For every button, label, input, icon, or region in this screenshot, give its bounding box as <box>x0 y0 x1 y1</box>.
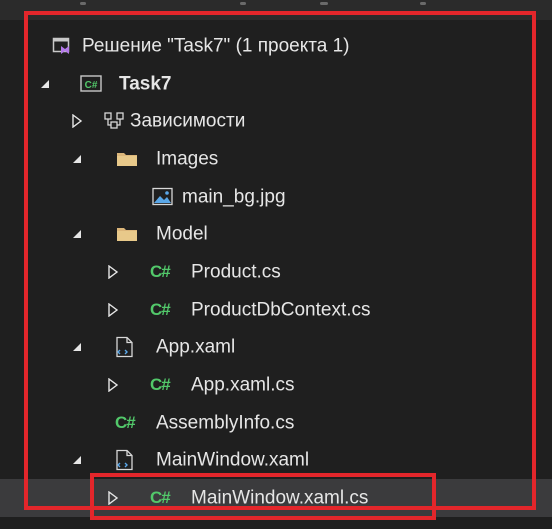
csharp-file-icon: C# <box>115 412 136 432</box>
top-strip-mark <box>320 2 328 5</box>
tree-row-solution[interactable]: Решение "Task7" (1 проекта 1) <box>0 27 552 65</box>
expanded-arrow-icon[interactable] <box>70 152 84 166</box>
solution-icon <box>52 36 72 56</box>
project-label: Task7 <box>119 73 172 95</box>
tree-row-productdbcontext-cs[interactable]: C# ProductDbContext.cs <box>0 291 552 329</box>
solution-explorer-panel: Решение "Task7" (1 проекта 1) C# Task7 З… <box>0 0 552 529</box>
csharp-file-icon: C# <box>150 375 171 395</box>
tree-row-main-bg[interactable]: main_bg.jpg <box>0 178 552 216</box>
xaml-file-icon <box>114 449 136 471</box>
tree-row-mainwindow-xaml-cs[interactable]: C# MainWindow.xaml.cs <box>0 479 552 517</box>
collapsed-arrow-icon[interactable] <box>70 114 84 129</box>
tree-row-images-folder[interactable]: Images <box>0 140 552 178</box>
collapsed-arrow-icon[interactable] <box>106 378 120 393</box>
collapsed-arrow-icon[interactable] <box>106 491 120 506</box>
product-cs-label: Product.cs <box>191 261 281 283</box>
folder-icon <box>116 150 138 168</box>
csharp-file-icon: C# <box>150 261 171 281</box>
main-bg-label: main_bg.jpg <box>182 186 286 208</box>
expanded-arrow-icon[interactable] <box>70 453 84 467</box>
solution-tree: Решение "Task7" (1 проекта 1) C# Task7 З… <box>0 27 552 517</box>
tree-row-app-xaml-cs[interactable]: C# App.xaml.cs <box>0 366 552 404</box>
image-file-icon <box>152 187 174 207</box>
collapsed-arrow-icon[interactable] <box>106 264 120 279</box>
top-strip-mark <box>420 2 426 5</box>
tree-row-mainwindow-xaml[interactable]: MainWindow.xaml <box>0 442 552 480</box>
tree-row-model-folder[interactable]: Model <box>0 215 552 253</box>
app-xaml-label: App.xaml <box>156 336 236 358</box>
panel-top-strip <box>0 0 552 20</box>
xaml-file-icon <box>114 336 136 358</box>
productdbcontext-cs-label: ProductDbContext.cs <box>191 299 371 321</box>
top-strip-mark <box>240 2 246 5</box>
expanded-arrow-icon[interactable] <box>38 77 52 91</box>
collapsed-arrow-icon[interactable] <box>106 302 120 317</box>
tree-row-app-xaml[interactable]: App.xaml <box>0 329 552 367</box>
model-folder-label: Model <box>156 223 208 245</box>
csharp-file-icon: C# <box>150 488 171 508</box>
csproj-icon: C# <box>80 74 102 94</box>
mainwindow-xaml-label: MainWindow.xaml <box>156 449 310 471</box>
app-xaml-cs-label: App.xaml.cs <box>191 374 295 396</box>
top-strip-mark <box>80 2 86 5</box>
tree-row-dependencies[interactable]: Зависимости <box>0 102 552 140</box>
folder-icon <box>116 225 138 243</box>
dependencies-icon <box>104 111 126 131</box>
svg-text:C#: C# <box>85 80 98 91</box>
images-folder-label: Images <box>156 148 219 170</box>
tree-row-project[interactable]: C# Task7 <box>0 65 552 103</box>
expanded-arrow-icon[interactable] <box>70 227 84 241</box>
assemblyinfo-cs-label: AssemblyInfo.cs <box>156 412 295 434</box>
tree-row-product-cs[interactable]: C# Product.cs <box>0 253 552 291</box>
expanded-arrow-icon[interactable] <box>70 340 84 354</box>
tree-row-assemblyinfo-cs[interactable]: C# AssemblyInfo.cs <box>0 404 552 442</box>
mainwindow-xaml-cs-label: MainWindow.xaml.cs <box>191 487 369 509</box>
csharp-file-icon: C# <box>150 299 171 319</box>
dependencies-label: Зависимости <box>130 110 246 132</box>
solution-label: Решение "Task7" (1 проекта 1) <box>82 35 350 57</box>
